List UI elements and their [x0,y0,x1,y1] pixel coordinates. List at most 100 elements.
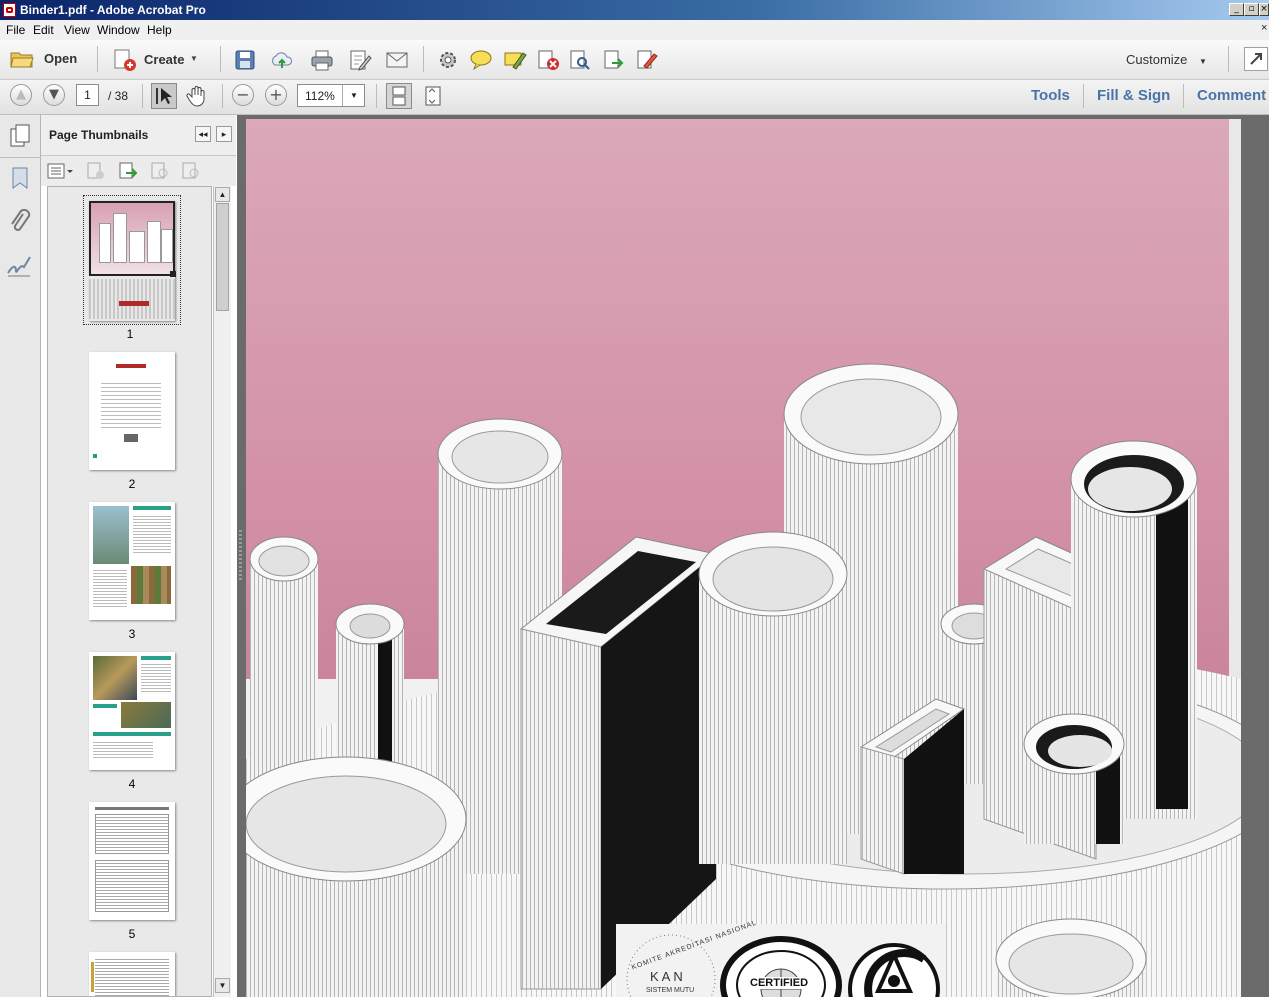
print-pages-icon[interactable] [180,161,202,181]
select-tool-button[interactable] [151,83,177,109]
edit-document-icon[interactable] [348,49,372,71]
export-page-icon[interactable] [602,49,626,71]
menu-bar: File Edit View Window Help × [0,20,1269,41]
pdf-page-1: KAN KOMITE AKREDITASI NASIONAL SISTEM MU… [246,119,1241,997]
cursor-arrow-icon [156,88,172,104]
thumbnail-page-2[interactable] [89,352,175,470]
tools-pane-button[interactable]: Tools [1031,87,1070,104]
window-title: Binder1.pdf - Adobe Acrobat Pro [20,3,206,17]
thumbnail-list: 1 2 3 4 5 [47,186,212,997]
attachment-paperclip-icon[interactable] [8,209,32,235]
email-icon[interactable] [385,51,409,69]
sign-document-icon[interactable] [635,49,659,71]
comment-bubble-icon[interactable] [469,49,493,71]
folder-open-icon [10,52,34,68]
toolbar-divider [423,46,424,72]
minimize-icon[interactable]: _ [1229,3,1244,16]
scroll-thumb[interactable] [216,203,229,311]
thumbnail-page-1[interactable] [83,195,181,325]
restore-icon[interactable]: ▫ [1244,3,1259,16]
title-bar: Binder1.pdf - Adobe Acrobat Pro _ ▫ × [0,0,1269,20]
thumbnail-page-number: 4 [128,777,136,791]
zoom-in-icon[interactable]: + [265,84,287,106]
menu-view[interactable]: View [64,23,90,37]
gear-icon[interactable] [437,49,459,71]
thumbnails-panel-header: Page Thumbnails ◂◂ ▸ [41,115,236,156]
chevron-down-icon: ▼ [1199,57,1207,66]
scrolling-pages-icon [392,86,406,106]
zoom-select[interactable]: 112% ▼ [297,84,365,107]
open-label: Open [44,51,78,66]
thumbnail-page-number: 3 [128,627,136,641]
zoom-value: 112% [305,89,335,103]
toolbar-divider [220,46,221,72]
thumbnails-panel-toolbar [41,156,236,186]
customize-button[interactable]: Customize ▼ [1126,52,1207,67]
create-button[interactable]: Create ▼ [110,47,202,73]
certified-seal-text: CERTIFIED [748,977,811,989]
search-document-icon[interactable] [568,49,592,71]
collapse-panel-icon[interactable]: ◂◂ [195,126,211,142]
comment-pane-button[interactable]: Comment [1197,87,1266,104]
expand-window-icon[interactable] [1244,47,1268,71]
open-button[interactable]: Open [8,47,90,73]
insert-pages-icon[interactable] [117,161,139,181]
page-total: / 38 [108,89,129,103]
navigation-pane-strip [0,115,41,997]
zoom-out-icon[interactable]: − [232,84,254,106]
thumbnail-page-4[interactable] [89,652,175,770]
thumbnail-page-5[interactable] [89,802,175,920]
toolbar-divider [1228,46,1229,72]
menu-file[interactable]: File [6,23,25,37]
menu-window[interactable]: Window [97,23,140,37]
thumbnail-scrollbar[interactable]: ▲ ▼ [213,186,231,997]
create-pdf-icon [114,49,136,71]
cover-illustration [246,119,1241,997]
main-toolbar: Open Create ▼ Customize ▼ [0,40,1269,80]
toolbar-divider [222,84,223,108]
thumbnail-page-number: 1 [126,327,134,341]
thumbnail-page-number: 2 [128,477,136,491]
thumbnail-page-6[interactable] [89,952,175,996]
hand-tool-icon[interactable] [185,84,209,108]
close-icon[interactable]: × [1259,3,1269,16]
signature-icon[interactable] [6,253,34,279]
pane-resize-handle[interactable] [239,530,242,580]
kan-seal-subtext: SISTEM MUTU [646,987,695,994]
page-number-input[interactable]: 1 [76,84,99,106]
toolbar-divider [97,46,98,72]
thumbnail-options-button[interactable] [46,161,74,181]
fill-sign-pane-button[interactable]: Fill & Sign [1097,87,1170,104]
scroll-up-icon[interactable]: ▲ [215,187,230,202]
toolbar-divider [142,84,143,108]
rotate-pages-icon[interactable] [149,161,171,181]
acrobat-app-icon [3,3,16,17]
menu-edit[interactable]: Edit [33,23,54,37]
create-label: Create [144,52,185,67]
panel-options-icon[interactable]: ▸ [216,126,232,142]
menu-close-doc-icon[interactable]: × [1261,22,1267,34]
delete-page-icon[interactable] [536,49,560,71]
thumbnail-page-3[interactable] [89,502,175,620]
scroll-down-icon[interactable]: ▼ [215,978,230,993]
next-page-icon[interactable]: ▼ [43,84,65,106]
scroll-mode-button[interactable] [386,83,412,109]
thumbnail-image [89,201,176,321]
previous-page-icon[interactable]: ▲ [10,84,32,106]
customize-label: Customize [1126,52,1188,67]
cloud-upload-icon[interactable] [270,49,294,71]
fit-page-icon[interactable] [421,84,445,108]
bookmark-icon[interactable] [8,165,32,191]
page-thumbnails-icon[interactable] [8,123,32,149]
navigation-toolbar: ▲ ▼ 1 / 38 − + 112% ▼ Tools Fill & Sign … [0,80,1269,115]
delete-pages-icon[interactable] [85,161,107,181]
toolbar-divider [1083,84,1084,108]
toolbar-divider [376,84,377,108]
thumbnail-page-number: 5 [128,927,136,941]
kan-seal-text: KAN [650,969,686,984]
panel-title: Page Thumbnails [49,128,149,142]
print-icon[interactable] [310,49,334,71]
highlight-icon[interactable] [503,49,527,71]
save-icon[interactable] [234,49,256,71]
menu-help[interactable]: Help [147,23,172,37]
